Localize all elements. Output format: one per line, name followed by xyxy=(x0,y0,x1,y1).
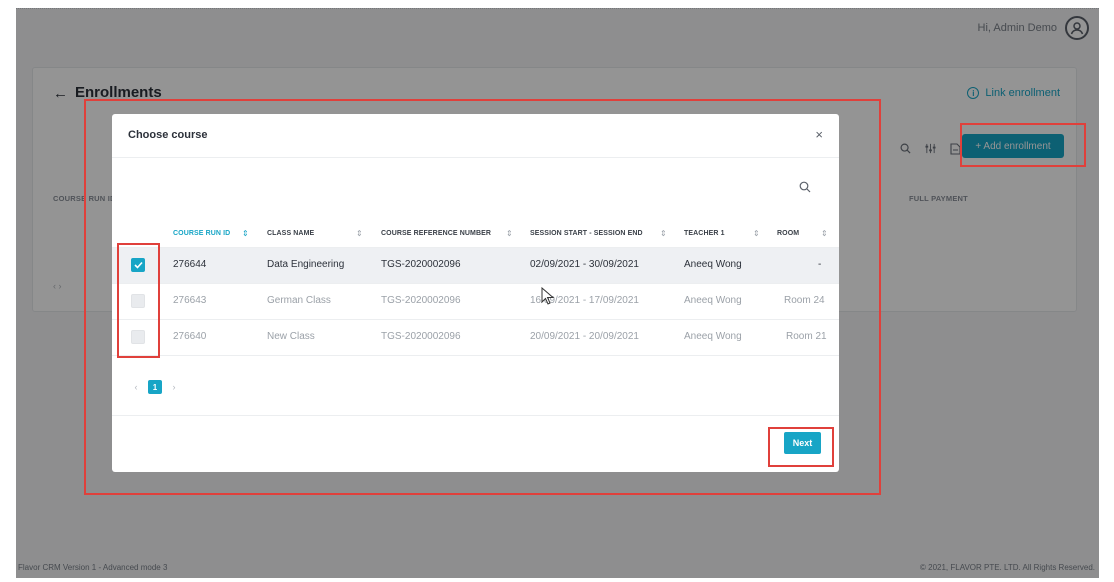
row-checkbox[interactable] xyxy=(131,294,145,308)
cell-room: - xyxy=(818,259,822,270)
sort-icon[interactable]: ⇕ xyxy=(753,229,760,238)
sort-icon[interactable]: ⇕ xyxy=(506,229,513,238)
choose-course-modal: Choose course × COURSE RUN ID ⇕ CLASS NA… xyxy=(112,114,839,472)
sort-icon[interactable]: ⇕ xyxy=(660,229,667,238)
modal-title: Choose course xyxy=(128,129,208,141)
column-header-course-run-id[interactable]: COURSE RUN ID xyxy=(173,230,230,237)
next-button[interactable]: Next xyxy=(784,432,821,454)
row-checkbox[interactable] xyxy=(131,258,145,272)
cell-course-run-id: 276644 xyxy=(173,259,207,270)
table-row[interactable]: 276644 Data Engineering TGS-2020002096 0… xyxy=(112,248,839,284)
close-icon[interactable]: × xyxy=(815,127,823,142)
page-number[interactable]: 1 xyxy=(148,380,162,394)
table-row[interactable]: 276643 German Class TGS-2020002096 16/09… xyxy=(112,284,839,320)
column-header-course-reference-number[interactable]: COURSE REFERENCE NUMBER xyxy=(381,230,491,237)
column-header-session[interactable]: SESSION START - SESSION END xyxy=(530,230,643,237)
cell-teacher: Aneeq Wong xyxy=(684,295,742,306)
cell-teacher: Aneeq Wong xyxy=(684,331,742,342)
modal-header: Choose course × xyxy=(112,114,839,158)
cell-class-name: German Class xyxy=(267,295,331,306)
column-header-room[interactable]: ROOM xyxy=(777,230,799,237)
cell-course-run-id: 276643 xyxy=(173,295,207,306)
row-checkbox[interactable] xyxy=(131,330,145,344)
cell-reference-number: TGS-2020002096 xyxy=(381,259,461,270)
table-row[interactable]: 276640 New Class TGS-2020002096 20/09/20… xyxy=(112,320,839,356)
column-header-class-name[interactable]: CLASS NAME xyxy=(267,230,314,237)
cell-room: Room 24 xyxy=(784,295,825,306)
sort-icon[interactable]: ⇕ xyxy=(242,229,249,238)
cell-session: 02/09/2021 - 30/09/2021 xyxy=(530,259,639,270)
sort-icon[interactable]: ⇕ xyxy=(821,229,828,238)
modal-divider xyxy=(112,415,839,416)
cell-course-run-id: 276640 xyxy=(173,331,207,342)
cell-class-name: Data Engineering xyxy=(267,259,345,270)
search-icon[interactable] xyxy=(799,180,811,193)
sort-icon[interactable]: ⇕ xyxy=(356,229,363,238)
cell-reference-number: TGS-2020002096 xyxy=(381,295,461,306)
mouse-cursor-icon xyxy=(541,286,555,310)
table-header: COURSE RUN ID ⇕ CLASS NAME ⇕ COURSE REFE… xyxy=(112,220,839,248)
next-page-icon[interactable]: › xyxy=(168,382,180,392)
cell-session: 20/09/2021 - 20/09/2021 xyxy=(530,331,639,342)
column-header-teacher[interactable]: TEACHER 1 xyxy=(684,230,725,237)
cell-class-name: New Class xyxy=(267,331,315,342)
cell-teacher: Aneeq Wong xyxy=(684,259,742,270)
prev-page-icon[interactable]: ‹ xyxy=(130,382,142,392)
cell-reference-number: TGS-2020002096 xyxy=(381,331,461,342)
cell-room: Room 21 xyxy=(786,331,827,342)
pagination: ‹ 1 › xyxy=(130,380,180,394)
